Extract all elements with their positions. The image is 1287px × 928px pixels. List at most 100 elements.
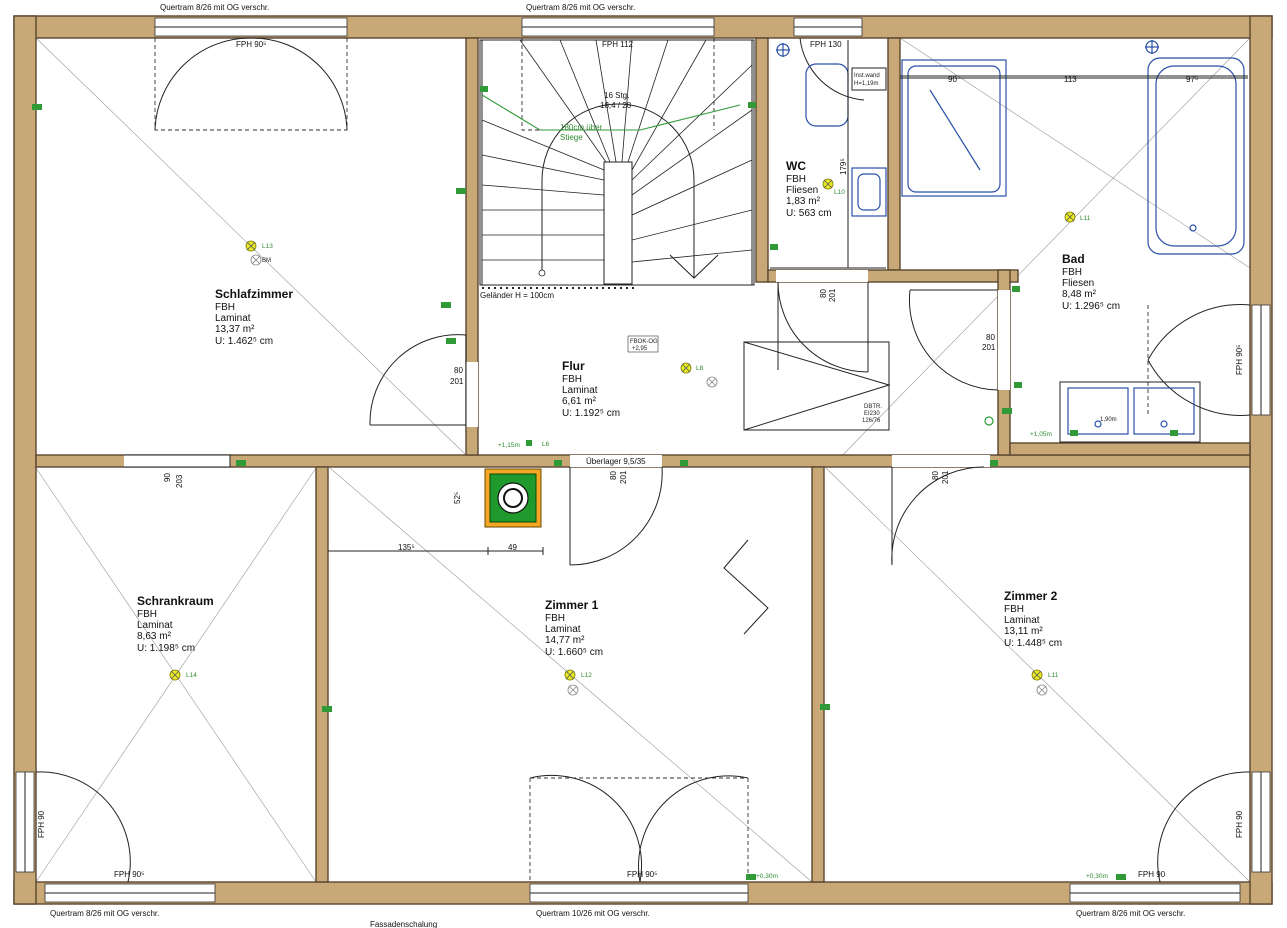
svg-text:Fliesen: Fliesen: [786, 185, 818, 196]
lamp-l13: [245, 240, 257, 252]
svg-text:FPH 90⁵: FPH 90⁵: [236, 40, 266, 49]
stairs-ratio: 18,4 / 28: [600, 101, 632, 110]
doors: [229, 281, 999, 566]
svg-text:U: 1.448⁵ cm: U: 1.448⁵ cm: [1004, 638, 1062, 649]
svg-text:Flur: Flur: [562, 359, 585, 373]
svg-text:FPH 90⁵: FPH 90⁵: [1235, 345, 1244, 375]
svg-text:Zimmer 2: Zimmer 2: [1004, 589, 1058, 603]
svg-text:FBH: FBH: [215, 302, 235, 313]
svg-text:U: 563 cm: U: 563 cm: [786, 208, 832, 219]
svg-text:U: 1.660⁵ cm: U: 1.660⁵ cm: [545, 647, 603, 658]
svg-text:201: 201: [828, 288, 837, 302]
svg-text:FPH 90⁵: FPH 90⁵: [114, 870, 144, 879]
svg-text:Laminat: Laminat: [545, 624, 581, 635]
svg-text:BM: BM: [262, 258, 271, 264]
svg-text:80: 80: [931, 471, 940, 480]
svg-text:U: 1.198⁵ cm: U: 1.198⁵ cm: [137, 643, 195, 654]
svg-text:8,63 m²: 8,63 m²: [137, 631, 172, 642]
svg-text:49: 49: [508, 543, 517, 552]
svg-text:Überlager 9,5/35: Überlager 9,5/35: [586, 457, 646, 466]
svg-text:80: 80: [454, 366, 463, 375]
svg-text:L11: L11: [1080, 215, 1091, 222]
room-label-bad: Bad FBH Fliesen 8,48 m² U: 1.296⁵ cm: [1062, 252, 1120, 312]
svg-text:EI230: EI230: [864, 411, 880, 417]
svg-text:13,11 m²: 13,11 m²: [1004, 626, 1043, 637]
svg-text:DBTR.: DBTR.: [864, 404, 882, 410]
svg-text:Laminat: Laminat: [137, 620, 173, 631]
svg-text:L11: L11: [1048, 672, 1059, 679]
svg-text:80: 80: [819, 289, 828, 298]
svg-text:90: 90: [163, 473, 172, 482]
stairs-clearance: 180cm über: [560, 123, 603, 132]
svg-text:6,61 m²: 6,61 m²: [562, 396, 597, 407]
svg-text:52⁵: 52⁵: [453, 492, 462, 504]
svg-text:+1,15m: +1,15m: [498, 442, 520, 449]
svg-text:80: 80: [609, 471, 618, 480]
level-marker: FBOK-OG +2,95: [627, 335, 659, 353]
svg-text:Quertram 8/26 mit OG verschr.: Quertram 8/26 mit OG verschr.: [160, 3, 269, 12]
svg-text:Zimmer 1: Zimmer 1: [545, 598, 599, 612]
room-label-zimmer1: Zimmer 1 FBH Laminat 14,77 m² U: 1.660⁵ …: [545, 598, 603, 658]
svg-text:126/76: 126/76: [862, 418, 881, 424]
svg-text:179⁵: 179⁵: [839, 158, 848, 175]
chimney: [484, 468, 542, 528]
svg-text:80: 80: [986, 333, 995, 342]
svg-text:+2,95: +2,95: [632, 346, 648, 352]
room-label-schrankraum: Schrankraum FBH Laminat 8,63 m² U: 1.198…: [137, 594, 214, 654]
stairs-railing: Geländer H = 100cm: [480, 291, 554, 300]
svg-text:201: 201: [450, 377, 464, 386]
lamps: L13 L10 L11 L8 L14 L12 L11 L6 BM: [169, 178, 1091, 696]
room-label-flur: Flur FBH Laminat 6,61 m² U: 1.192⁵ cm: [562, 359, 620, 419]
svg-text:FPH 90: FPH 90: [1235, 810, 1244, 838]
svg-text:1,83 m²: 1,83 m²: [786, 196, 821, 207]
svg-text:FBOK-OG: FBOK-OG: [630, 339, 658, 345]
svg-text:Fliesen: Fliesen: [1062, 278, 1094, 289]
lamp-l12: [564, 669, 576, 681]
svg-text:L12: L12: [581, 672, 592, 679]
svg-text:Quertram 8/26 mit OG verschr.: Quertram 8/26 mit OG verschr.: [1076, 909, 1185, 918]
svg-text:8,48 m²: 8,48 m²: [1062, 289, 1097, 300]
svg-text:FBH: FBH: [786, 174, 806, 185]
svg-text:Quertram 8/26 mit OG verschr.: Quertram 8/26 mit OG verschr.: [526, 3, 635, 12]
svg-text:14,77 m²: 14,77 m²: [545, 635, 585, 646]
svg-text:L8: L8: [696, 365, 704, 372]
svg-text:WC: WC: [786, 159, 806, 173]
svg-text:FBH: FBH: [1062, 267, 1082, 278]
svg-text:H=1,19m: H=1,19m: [854, 81, 879, 87]
svg-text:L6: L6: [542, 441, 550, 448]
wc-fixtures: Inst.wand H=1,19m: [770, 40, 887, 269]
attic-hatch: DBTR. EI230 126/76: [743, 341, 891, 431]
break-line: [723, 539, 769, 635]
svg-text:Schrankraum: Schrankraum: [137, 594, 214, 608]
stairs-steps: 16 Stg.: [604, 91, 629, 100]
svg-text:FPH 112: FPH 112: [602, 40, 634, 49]
svg-text:90: 90: [948, 75, 957, 84]
electrical-symbols: +1,15m +1,05m +0,30m +0,30m 1,90m: [32, 86, 1178, 880]
svg-text:97⁵: 97⁵: [1186, 75, 1198, 84]
svg-text:Bad: Bad: [1062, 252, 1085, 266]
svg-text:U: 1.192⁵ cm: U: 1.192⁵ cm: [562, 408, 620, 419]
lamp-l11: [1064, 211, 1076, 223]
svg-text:201: 201: [982, 343, 996, 352]
lamp-l10: [822, 178, 834, 190]
svg-text:Quertram 10/26 mit OG verschr.: Quertram 10/26 mit OG verschr.: [536, 909, 650, 918]
room-label-schlafzimmer: Schlafzimmer FBH Laminat 13,37 m² U: 1.4…: [215, 287, 293, 347]
svg-text:Laminat: Laminat: [562, 385, 598, 396]
svg-text:+0,30m: +0,30m: [1086, 873, 1108, 880]
room-label-wc: WC FBH Fliesen 1,83 m² U: 563 cm: [786, 159, 832, 219]
svg-text:Laminat: Laminat: [215, 313, 251, 324]
svg-text:L13: L13: [262, 243, 273, 250]
svg-text:201: 201: [941, 470, 950, 484]
stairs-clearance-2: Stiege: [560, 133, 583, 142]
svg-text:L10: L10: [834, 189, 845, 196]
svg-text:Laminat: Laminat: [1004, 615, 1040, 626]
svg-text:FPH 90: FPH 90: [1138, 870, 1166, 879]
svg-text:U: 1.462⁵ cm: U: 1.462⁵ cm: [215, 336, 273, 347]
svg-text:Quertram 8/26 mit OG verschr.: Quertram 8/26 mit OG verschr.: [50, 909, 159, 918]
svg-text:Fassadenschalung: Fassadenschalung: [370, 920, 437, 928]
svg-text:113: 113: [1064, 75, 1077, 84]
svg-text:FBH: FBH: [562, 374, 582, 385]
svg-text:13,37 m²: 13,37 m²: [215, 324, 255, 335]
svg-text:L14: L14: [186, 672, 197, 679]
svg-text:203: 203: [175, 474, 184, 488]
